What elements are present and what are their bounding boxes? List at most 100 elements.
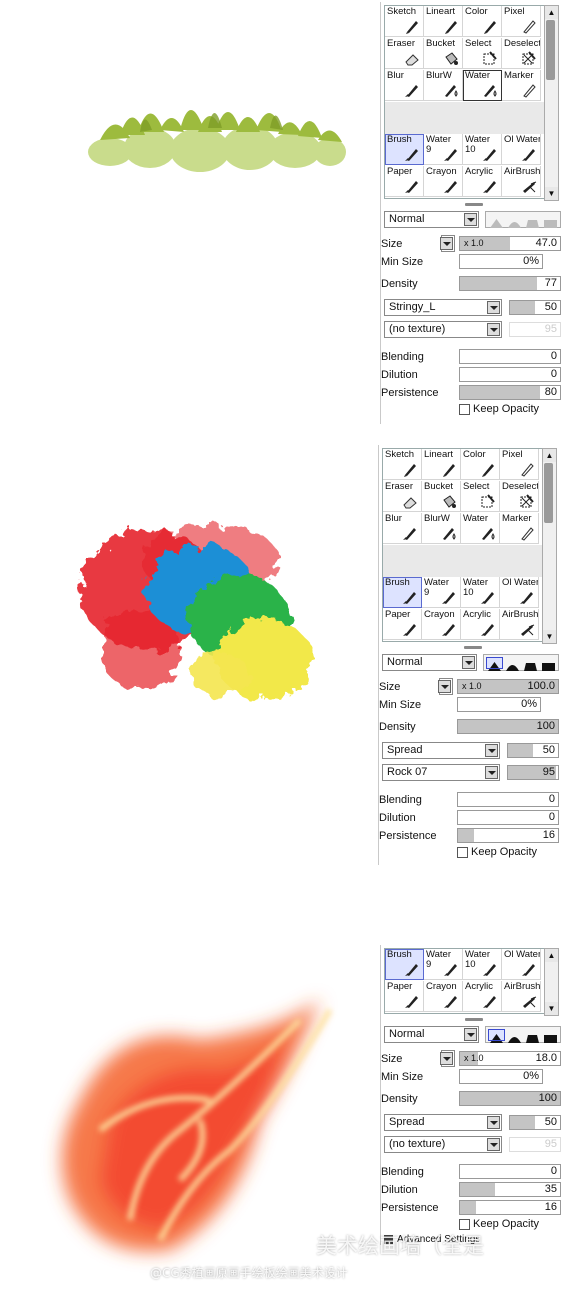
triangle-tip-icon[interactable]	[486, 657, 503, 671]
round-tip-icon[interactable]	[507, 215, 522, 228]
square-tip-icon[interactable]	[541, 658, 556, 671]
size-multiplier-toggle[interactable]	[440, 235, 455, 252]
tool-eraser[interactable]: Eraser	[385, 38, 424, 69]
brush-shape-select[interactable]: Spread	[384, 1114, 502, 1131]
blending-slider[interactable]: 0	[459, 349, 561, 364]
blend-mode-select[interactable]: Normal	[384, 1026, 479, 1043]
tool-blurw[interactable]: BlurW	[422, 513, 461, 544]
tool-grid-scrollbar[interactable]: ▲ ▼	[542, 448, 557, 644]
tool-crayon[interactable]: Crayon	[424, 166, 463, 197]
keep-opacity-label[interactable]: Keep Opacity	[473, 403, 539, 415]
chevron-down-icon[interactable]	[440, 237, 453, 250]
scroll-down-icon[interactable]: ▼	[545, 187, 558, 200]
triangle-tip-icon[interactable]	[488, 1029, 505, 1043]
panel-splitter-handle[interactable]	[465, 203, 483, 206]
tool-ol-water[interactable]: Ol Water	[502, 134, 541, 165]
tool-sketch[interactable]: Sketch	[383, 449, 422, 480]
tool-acrylic[interactable]: Acrylic	[461, 609, 500, 640]
tool-grid-scrollbar[interactable]: ▲ ▼	[544, 948, 559, 1016]
chevron-down-icon[interactable]	[487, 1138, 500, 1151]
tool-airbrush[interactable]: AirBrush	[502, 166, 541, 197]
blending-slider[interactable]: 0	[459, 1164, 561, 1179]
chevron-down-icon[interactable]	[464, 1028, 477, 1041]
keep-opacity-checkbox[interactable]	[459, 404, 470, 415]
scroll-up-icon[interactable]: ▲	[545, 6, 558, 19]
persistence-slider[interactable]: 80	[459, 385, 561, 400]
size-slider[interactable]: x 1.0 100.0	[457, 679, 559, 694]
min-size-slider[interactable]: 0%	[457, 697, 541, 712]
brush-shape-strength[interactable]: 50	[507, 743, 559, 758]
chevron-down-icon[interactable]	[464, 213, 477, 226]
scroll-thumb[interactable]	[544, 463, 553, 523]
keep-opacity-label[interactable]: Keep Opacity	[473, 1218, 539, 1230]
tool-acrylic[interactable]: Acrylic	[463, 981, 502, 1012]
texture-select[interactable]: (no texture)	[384, 321, 502, 338]
tool-deselect[interactable]: Deselect	[502, 38, 541, 69]
size-slider[interactable]: x 1.0 47.0	[459, 236, 561, 251]
tool-ol-water[interactable]: Ol Water	[500, 577, 539, 608]
keep-opacity-label[interactable]: Keep Opacity	[471, 846, 537, 858]
tool-sketch[interactable]: Sketch	[385, 6, 424, 37]
scroll-down-icon[interactable]: ▼	[545, 1002, 558, 1015]
scroll-thumb[interactable]	[546, 20, 555, 80]
flat-round-tip-icon[interactable]	[523, 658, 538, 671]
tool-paper[interactable]: Paper	[383, 609, 422, 640]
size-multiplier-toggle[interactable]	[440, 1050, 455, 1067]
chevron-down-icon[interactable]	[438, 680, 451, 693]
density-slider[interactable]: 100	[459, 1091, 561, 1106]
tool-water[interactable]: Water	[461, 513, 500, 544]
tool-acrylic[interactable]: Acrylic	[463, 166, 502, 197]
tool-water-10[interactable]: Water 10	[461, 577, 500, 608]
brush-tip-shapes[interactable]	[485, 1026, 561, 1043]
chevron-down-icon[interactable]	[485, 744, 498, 757]
tool-airbrush[interactable]: AirBrush	[502, 981, 541, 1012]
chevron-down-icon[interactable]	[485, 766, 498, 779]
scroll-down-icon[interactable]: ▼	[543, 630, 556, 643]
chevron-down-icon[interactable]	[487, 323, 500, 336]
dilution-slider[interactable]: 0	[457, 810, 559, 825]
texture-strength[interactable]: 95	[507, 765, 559, 780]
size-slider[interactable]: x 1.0 18.0	[459, 1051, 561, 1066]
tool-lineart[interactable]: Lineart	[424, 6, 463, 37]
tool-water-9[interactable]: Water 9	[424, 949, 463, 980]
panel-splitter-handle[interactable]	[465, 1018, 483, 1021]
chevron-down-icon[interactable]	[462, 656, 475, 669]
tool-brush[interactable]: Brush	[385, 949, 424, 980]
tool-paper[interactable]: Paper	[385, 166, 424, 197]
tool-marker[interactable]: Marker	[500, 513, 539, 544]
persistence-slider[interactable]: 16	[457, 828, 559, 843]
brush-shape-select[interactable]: Spread	[382, 742, 500, 759]
tool-deselect[interactable]: Deselect	[500, 481, 539, 512]
texture-select[interactable]: (no texture)	[384, 1136, 502, 1153]
min-size-slider[interactable]: 0%	[459, 254, 543, 269]
tool-paper[interactable]: Paper	[385, 981, 424, 1012]
brush-shape-strength[interactable]: 50	[509, 1115, 561, 1130]
flat-round-tip-icon[interactable]	[525, 215, 540, 228]
tool-water-10[interactable]: Water 10	[463, 134, 502, 165]
tool-marker[interactable]: Marker	[502, 70, 541, 101]
tool-eraser[interactable]: Eraser	[383, 481, 422, 512]
tool-bucket[interactable]: Bucket	[422, 481, 461, 512]
tool-water[interactable]: Water	[463, 70, 502, 101]
blend-mode-select[interactable]: Normal	[382, 654, 477, 671]
tool-ol-water[interactable]: Ol Water	[502, 949, 541, 980]
tool-select[interactable]: Select	[463, 38, 502, 69]
triangle-tip-icon[interactable]	[489, 215, 504, 228]
tool-pixel[interactable]: Pixel	[500, 449, 539, 480]
tool-select[interactable]: Select	[461, 481, 500, 512]
blend-mode-select[interactable]: Normal	[384, 211, 479, 228]
brush-tip-shapes[interactable]	[483, 654, 559, 671]
brush-shape-strength[interactable]: 50	[509, 300, 561, 315]
brush-tip-shapes[interactable]	[485, 211, 561, 228]
chevron-down-icon[interactable]	[487, 301, 500, 314]
keep-opacity-checkbox[interactable]	[459, 1219, 470, 1230]
square-tip-icon[interactable]	[543, 1030, 558, 1043]
tool-blurw[interactable]: BlurW	[424, 70, 463, 101]
tool-color[interactable]: Color	[463, 6, 502, 37]
tool-blur[interactable]: Blur	[385, 70, 424, 101]
tool-blur[interactable]: Blur	[383, 513, 422, 544]
tool-water-9[interactable]: Water 9	[424, 134, 463, 165]
tool-pixel[interactable]: Pixel	[502, 6, 541, 37]
tool-water-9[interactable]: Water 9	[422, 577, 461, 608]
round-tip-icon[interactable]	[505, 658, 520, 671]
